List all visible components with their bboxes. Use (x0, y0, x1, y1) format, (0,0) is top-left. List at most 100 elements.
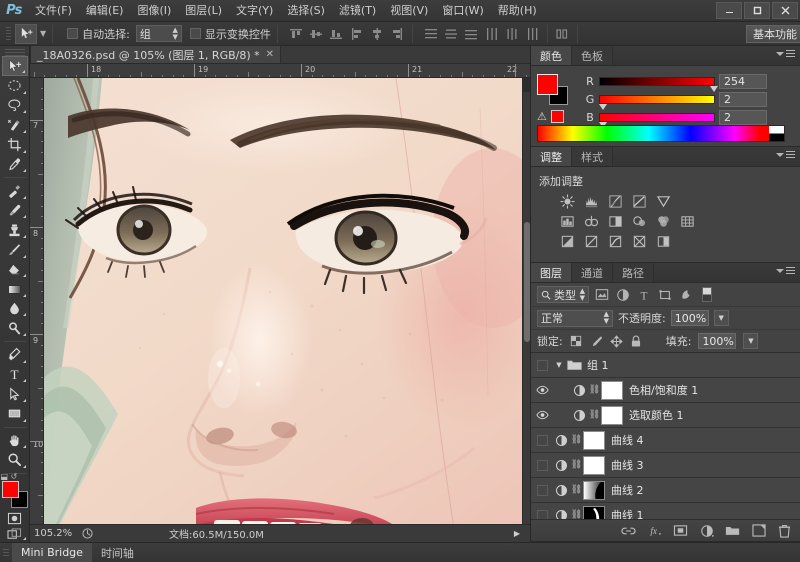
filter-adjustment-icon[interactable] (615, 287, 631, 303)
type-tool[interactable]: T (2, 365, 28, 385)
quick-mask-button[interactable] (2, 509, 28, 527)
screen-mode-button[interactable] (2, 527, 28, 542)
menu-select[interactable]: 选择(S) (280, 0, 332, 22)
foreground-color-swatch[interactable] (1, 480, 19, 498)
channel-slider-g[interactable] (599, 94, 715, 110)
gradient-map-icon[interactable] (655, 234, 672, 249)
channel-slider-r[interactable] (599, 76, 718, 92)
menu-image[interactable]: 图像(I) (130, 0, 178, 22)
crop-tool[interactable] (2, 135, 28, 155)
posterize-icon[interactable] (583, 234, 600, 249)
delete-layer-button[interactable] (777, 523, 792, 539)
minimize-button[interactable] (716, 2, 742, 19)
brush-tool[interactable] (2, 201, 28, 221)
lock-position-icon[interactable] (609, 334, 623, 348)
layer-visibility-toggle[interactable] (531, 403, 553, 428)
healing-brush-tool[interactable] (2, 181, 28, 201)
layer-row[interactable]: ⛓ 曲线 4 (531, 428, 800, 453)
mask-link-icon[interactable]: ⛓ (570, 503, 583, 519)
brightness-contrast-icon[interactable] (559, 194, 576, 209)
layer-thumbnail[interactable] (583, 505, 605, 519)
menu-file[interactable]: 文件(F) (28, 0, 79, 22)
opacity-value[interactable]: 100% (670, 310, 709, 326)
gamut-warning-swatch[interactable] (551, 110, 564, 123)
exposure-icon[interactable] (631, 194, 648, 209)
zoom-tool[interactable] (2, 450, 28, 470)
layer-visibility-toggle[interactable] (531, 353, 553, 378)
add-mask-button[interactable] (673, 523, 688, 539)
close-icon[interactable]: ✕ (266, 49, 274, 60)
portrait-photo[interactable] (44, 78, 522, 542)
hand-tool[interactable] (2, 431, 28, 451)
tab-layers[interactable]: 图层 (531, 263, 572, 282)
curves-icon[interactable] (607, 194, 624, 209)
layers-panel-menu-button[interactable] (776, 267, 795, 274)
color-balance-icon[interactable] (583, 214, 600, 229)
threshold-icon[interactable] (607, 234, 624, 249)
color-spectrum-bar[interactable] (537, 125, 785, 142)
filter-smart-icon[interactable] (678, 287, 694, 303)
menu-filter[interactable]: 滤镜(T) (332, 0, 383, 22)
status-menu-arrow-icon[interactable]: ▶ (514, 529, 520, 538)
adjustment-layer-icon[interactable] (553, 453, 570, 478)
history-brush-tool[interactable] (2, 240, 28, 260)
channel-value-g[interactable]: 2 (719, 91, 767, 107)
active-tool-icon-move[interactable] (15, 23, 37, 44)
adjustment-layer-icon[interactable] (571, 403, 588, 428)
path-selection-tool[interactable] (2, 384, 28, 404)
auto-select-checkbox[interactable] (67, 28, 79, 39)
gamut-warning-icon[interactable]: ⚠ (537, 110, 549, 123)
vibrance-icon[interactable] (655, 194, 672, 209)
link-layers-button[interactable] (621, 523, 636, 539)
selective-color-icon[interactable] (631, 234, 648, 249)
menu-layer[interactable]: 图层(L) (178, 0, 229, 22)
fill-chevron-down-icon[interactable]: ▼ (743, 333, 759, 349)
layer-visibility-toggle[interactable] (531, 378, 553, 403)
align-top-edges-icon[interactable] (288, 25, 305, 43)
tab-color[interactable]: 颜色 (531, 46, 572, 65)
new-adjustment-button[interactable] (699, 523, 714, 539)
photo-filter-icon[interactable] (631, 214, 648, 229)
horizontal-ruler[interactable]: 18 19 20 21 22 (30, 64, 530, 78)
align-horizontal-centers-icon[interactable] (369, 25, 386, 43)
lock-all-icon[interactable] (630, 334, 643, 348)
black-white-icon[interactable] (607, 214, 624, 229)
maximize-button[interactable] (744, 2, 770, 19)
document-tab[interactable]: _18A0326.psd @ 105% (图层 1, RGB/8) * ✕ (30, 45, 282, 63)
invert-icon[interactable] (559, 234, 576, 249)
vertical-ruler[interactable]: 7 8 9 10 (30, 78, 44, 542)
layer-list[interactable]: ▼ 组 1 ⛓ 色相/饱和度 1 ⛓ 选取颜色 1 ⛓ 曲线 4 ⛓ 曲线 3 ⛓ 曲线 2 ⛓ 曲线 1… (531, 353, 800, 519)
channel-value-b[interactable]: 2 (719, 109, 767, 125)
mask-link-icon[interactable]: ⛓ (570, 453, 583, 478)
menu-type[interactable]: 文字(Y) (229, 0, 280, 22)
toolbox-grip[interactable] (4, 48, 25, 56)
auto-align-layers-icon[interactable] (554, 25, 571, 43)
tab-adjustments[interactable]: 调整 (531, 147, 572, 166)
channel-knob-r[interactable] (710, 85, 718, 92)
bottom-dock-grip[interactable] (0, 546, 12, 560)
workspace-button[interactable]: 基本功能 (746, 25, 800, 43)
new-group-button[interactable] (725, 523, 740, 539)
layer-thumbnail[interactable] (601, 380, 623, 400)
mask-link-icon[interactable]: ⛓ (588, 378, 601, 403)
adjustment-layer-icon[interactable] (571, 378, 588, 403)
tab-styles[interactable]: 样式 (572, 147, 613, 166)
layer-visibility-toggle[interactable] (531, 428, 553, 453)
layer-thumbnail[interactable] (583, 455, 605, 475)
dodge-tool[interactable] (2, 318, 28, 338)
color-lookup-icon[interactable] (679, 214, 696, 229)
menu-window[interactable]: 窗口(W) (435, 0, 490, 22)
image-canvas[interactable] (44, 78, 530, 542)
adjustment-layer-icon[interactable] (553, 478, 570, 503)
marquee-tool[interactable] (2, 76, 28, 96)
layer-style-button[interactable]: fx (647, 523, 662, 539)
fill-value[interactable]: 100% (698, 333, 737, 349)
rectangle-tool[interactable] (2, 404, 28, 424)
zoom-level[interactable]: 105.2% (34, 528, 76, 539)
layer-thumbnail[interactable] (583, 430, 605, 450)
hue-saturation-icon[interactable] (559, 214, 576, 229)
adjustment-layer-icon[interactable] (553, 428, 570, 453)
auto-select-dropdown[interactable]: 组 ▲ ▼ (135, 25, 182, 42)
quick-selection-tool[interactable] (2, 115, 28, 135)
levels-icon[interactable] (583, 194, 600, 209)
